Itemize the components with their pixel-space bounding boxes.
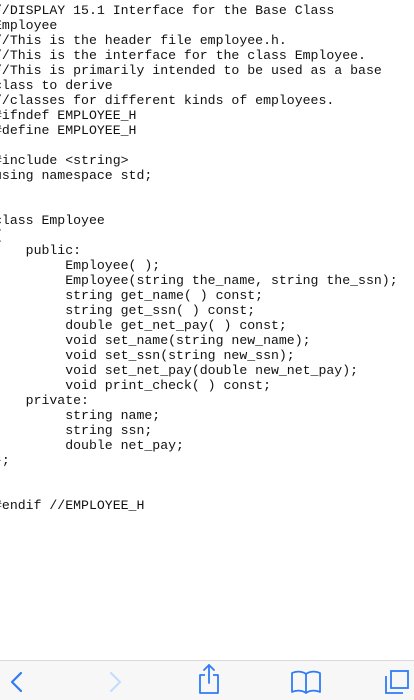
code-line: //This is primarily intended to be used … [0,63,382,78]
code-line: //DISPLAY 15.1 Interface for the Base Cl… [0,3,335,18]
tabs-icon [385,670,409,694]
browser-toolbar [0,660,414,700]
bookmarks-button[interactable] [289,667,323,697]
code-line: public: [0,243,82,258]
code-line: #include <string> [0,153,129,168]
share-icon [199,664,219,694]
code-line: //This is the header file employee.h. [0,33,287,48]
code-line: using namespace std; [0,168,153,183]
code-line: Employee [0,18,58,33]
code-line: //This is the interface for the class Em… [0,48,366,63]
code-line: void set_net_pay(double new_net_pay); [0,363,359,378]
code-line: class to derive [0,78,113,93]
forward-button[interactable] [100,667,130,697]
forward-arrow-icon [109,671,122,693]
code-line: string ssn; [0,423,153,438]
code-line: double net_pay; [0,438,184,453]
code-line: #endif //EMPLOYEE_H [0,498,145,513]
code-line: void set_name(string new_name); [0,333,311,348]
code-line: string name; [0,408,161,423]
share-button[interactable] [194,664,224,694]
code-line: void print_check( ) const; [0,378,271,393]
code-line: class Employee [0,213,105,228]
code-line: //classes for different kinds of employe… [0,93,335,108]
tabs-button[interactable] [382,667,412,697]
code-line: #ifndef EMPLOYEE_H [0,108,137,123]
code-line: double get_net_pay( ) const; [0,318,287,333]
back-arrow-icon [10,671,23,693]
back-button[interactable] [2,667,32,697]
code-line: string get_ssn( ) const; [0,303,256,318]
code-line: void set_ssn(string new_ssn); [0,348,295,363]
code-line: Employee(string the_name, string the_ssn… [0,273,398,288]
code-line: }; [0,453,10,468]
book-icon [291,670,321,694]
code-line: string get_name( ) const; [0,288,264,303]
code-line: private: [0,393,89,408]
code-line: #define EMPLOYEE_H [0,123,137,138]
code-line: Employee( ); [0,258,161,273]
code-line: { [0,228,2,243]
